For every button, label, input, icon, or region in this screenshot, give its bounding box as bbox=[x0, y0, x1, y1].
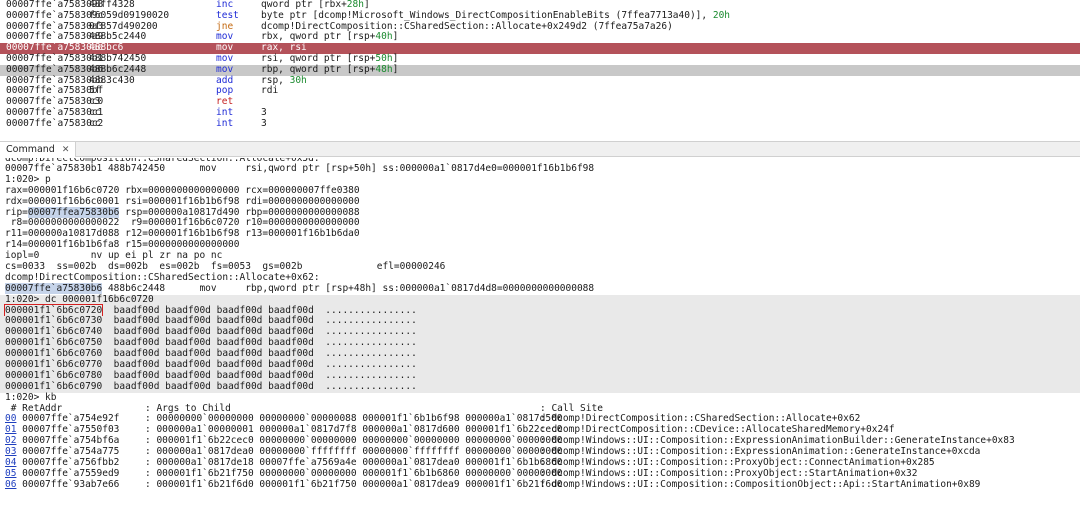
dump-row: 000001f1`6b6c0790 baadf00d baadf00d baad… bbox=[0, 380, 1080, 393]
dump-address: 000001f1`6b6c0770 bbox=[5, 359, 103, 371]
disasm-row[interactable]: 00007ffe`a75830b1 488b742450 mov rsi, qword… bbox=[0, 52, 1080, 65]
dump-data: baadf00d baadf00d baadf00d baadf00d ....… bbox=[102, 369, 417, 381]
operand-number: 30h bbox=[289, 74, 307, 86]
disasm-mnemonic: mov bbox=[216, 63, 234, 75]
disasm-operands: 3 bbox=[261, 117, 267, 130]
operand-number: 50h bbox=[375, 52, 393, 64]
operand-number: 48h bbox=[375, 63, 393, 75]
frame-callsite: : dcomp!Windows::UI::Composition::Compos… bbox=[540, 478, 981, 490]
operand-text: 3 bbox=[261, 117, 267, 129]
command-tab-bar: Command ✕ bbox=[0, 141, 1080, 157]
step-output-line-2: 00007ffe`a75830b6 488b6c2448 mov rbp,qwo… bbox=[0, 282, 1080, 295]
tab-command-label: Command bbox=[6, 144, 55, 155]
dump-data: baadf00d baadf00d baadf00d baadf00d ....… bbox=[102, 348, 417, 360]
frame-retaddr: 00007ffe`a7559ed9 bbox=[16, 467, 120, 479]
close-icon[interactable]: ✕ bbox=[62, 145, 70, 155]
frame-retaddr: 00007ffe`a754bf6a bbox=[16, 435, 120, 447]
step-output-line: 00007ffe`a75830b1 488b742450 mov rsi,qwo… bbox=[5, 163, 595, 174]
dump-data: baadf00d baadf00d baadf00d baadf00d ....… bbox=[102, 337, 417, 349]
frame-retaddr: 00007ffe`a754a775 bbox=[16, 446, 120, 458]
frame-number-link[interactable]: 03 bbox=[5, 446, 16, 457]
rip-value-highlight[interactable]: 00007ffea75830b6 bbox=[27, 206, 120, 218]
stack-frames: 00 00007ffe`a754e92f: 00000000`00000000 … bbox=[0, 414, 1080, 490]
operand-text: rdi bbox=[261, 85, 279, 97]
frame-number-link[interactable]: 02 bbox=[5, 435, 16, 446]
frame-retaddr: 00007ffe`a7550f03 bbox=[16, 424, 120, 436]
disasm-bytes: 488b6c2448 bbox=[89, 63, 147, 75]
disasm-row[interactable]: 00007ffe`a75830c1 cc int 3 bbox=[0, 106, 1080, 119]
register-rip-rest: rsp=000000a10817d490 rbp=000000000000008… bbox=[119, 206, 360, 218]
dump-address: 000001f1`6b6c0730 bbox=[5, 315, 103, 327]
step2-rest: 488b6c2448 mov rbp,qword ptr [rsp+48h] s… bbox=[102, 282, 595, 294]
address-highlight[interactable]: 00007ffe`a75830b6 bbox=[5, 282, 103, 294]
register-rip-label: rip= bbox=[5, 206, 28, 218]
dump-address: 000001f1`6b6c0740 bbox=[5, 326, 103, 338]
disasm-row[interactable]: 00007ffe`a75830bb 4883c430 add rsp, 30h bbox=[0, 74, 1080, 87]
operand-text: rbp, qword ptr [rsp+ bbox=[261, 63, 376, 75]
disasm-row-selected[interactable]: 00007ffe`a75830b6 488b6c2448 mov rbp, qword… bbox=[0, 63, 1080, 76]
prompt-kb: 1:020> kb bbox=[5, 391, 57, 403]
operand-text: rsp, bbox=[261, 74, 290, 86]
dump-address: 000001f1`6b6c0750 bbox=[5, 337, 103, 349]
operand-text: dcomp!DirectComposition::CSharedSection:… bbox=[261, 20, 673, 32]
frame-number-link[interactable]: 01 bbox=[5, 424, 16, 435]
frame-retaddr: 00007ffe`a754e92f bbox=[16, 413, 120, 425]
disasm-bytes: cc bbox=[89, 117, 101, 129]
operand-text: 3 bbox=[261, 106, 267, 118]
dump-address: 000001f1`6b6c0760 bbox=[5, 348, 103, 360]
disassembly-pane[interactable]: 00007ffe`a7583098 48ff4328 inc qword ptr [r… bbox=[0, 0, 1080, 140]
dump-address-boxed: 000001f1`6b6c0720 bbox=[3, 303, 104, 317]
dump-data: baadf00d baadf00d baadf00d baadf00d ....… bbox=[102, 359, 417, 371]
stack-frame-row: 06 00007ffe`93ab7e66 : 000001f1`6b21f6d0 … bbox=[0, 478, 1080, 491]
disasm-row[interactable]: 00007ffe`a75830a9 488b5c2440 mov rbx, qword… bbox=[0, 31, 1080, 43]
dump-data: baadf00d baadf00d baadf00d baadf00d ....… bbox=[102, 315, 417, 327]
operand-number: 20h bbox=[712, 9, 731, 21]
disasm-operands: rdi bbox=[261, 85, 279, 97]
operand-tail: ] bbox=[392, 63, 399, 75]
frame-number-link[interactable]: 05 bbox=[5, 468, 16, 479]
dump-data: baadf00d baadf00d baadf00d baadf00d ....… bbox=[102, 380, 417, 392]
dump-address: 000001f1`6b6c0780 bbox=[5, 369, 103, 381]
operand-tail: ] bbox=[392, 52, 399, 64]
operand-text: byte ptr [dcomp!Microsoft_Windows_Direct… bbox=[261, 9, 713, 21]
dump-address: 000001f1`6b6c0790 bbox=[5, 380, 103, 392]
disasm-bytes: f6059d09190020 bbox=[89, 9, 170, 21]
operand-number: 28h bbox=[346, 0, 364, 10]
disasm-mnemonic: int bbox=[216, 117, 234, 129]
dump-data: baadf00d baadf00d baadf00d baadf00d ....… bbox=[102, 326, 417, 338]
frame-number-link[interactable]: 04 bbox=[5, 457, 16, 468]
command-output-pane[interactable]: dcomp!DirectComposition::CSharedSection:… bbox=[0, 158, 1080, 512]
disasm-mnemonic: test bbox=[216, 9, 239, 21]
frame-retaddr: 00007ffe`a756fbb2 bbox=[16, 457, 120, 469]
operand-tail: ] bbox=[363, 0, 370, 10]
disasm-row[interactable]: 00007ffe`a75830c2 cc int 3 bbox=[0, 117, 1080, 130]
memory-dump: 000001f1`6b6c0720 baadf00d baadf00d baad… bbox=[0, 303, 1080, 393]
operand-number: 40h bbox=[375, 31, 393, 43]
operand-text: rax, rsi bbox=[261, 42, 307, 54]
operand-tail: ] bbox=[392, 31, 399, 43]
disasm-row-current[interactable]: 00007ffe`a75830ae 488bc6 mov rax, rsi bbox=[0, 42, 1080, 54]
frame-retaddr: 00007ffe`93ab7e66 bbox=[16, 478, 120, 490]
operand-text: rbx, qword ptr [rsp+ bbox=[261, 31, 376, 43]
disasm-row[interactable]: 00007ffe`a75830bf 5f pop rdi bbox=[0, 85, 1080, 97]
frame-number-link[interactable]: 00 bbox=[5, 413, 16, 425]
frame-cell-ret: 06 00007ffe`93ab7e66 bbox=[5, 478, 120, 491]
tab-command[interactable]: Command ✕ bbox=[0, 142, 77, 157]
dump-data: baadf00d baadf00d baadf00d baadf00d ....… bbox=[102, 304, 417, 316]
frame-number-link[interactable]: 06 bbox=[5, 479, 16, 490]
disasm-row[interactable]: 00007ffe`a75830c0 c3 ret bbox=[0, 96, 1080, 108]
frame-args: : 000001f1`6b21f6d0 000001f1`6b21f750 00… bbox=[145, 478, 563, 490]
disasm-row[interactable]: 00007ffe`a75830a3 0f857d490200 jne dcomp!Di… bbox=[0, 20, 1080, 33]
operand-text: rsi, qword ptr [rsp+ bbox=[261, 52, 376, 64]
operand-text: qword ptr [rbx+ bbox=[261, 0, 347, 10]
